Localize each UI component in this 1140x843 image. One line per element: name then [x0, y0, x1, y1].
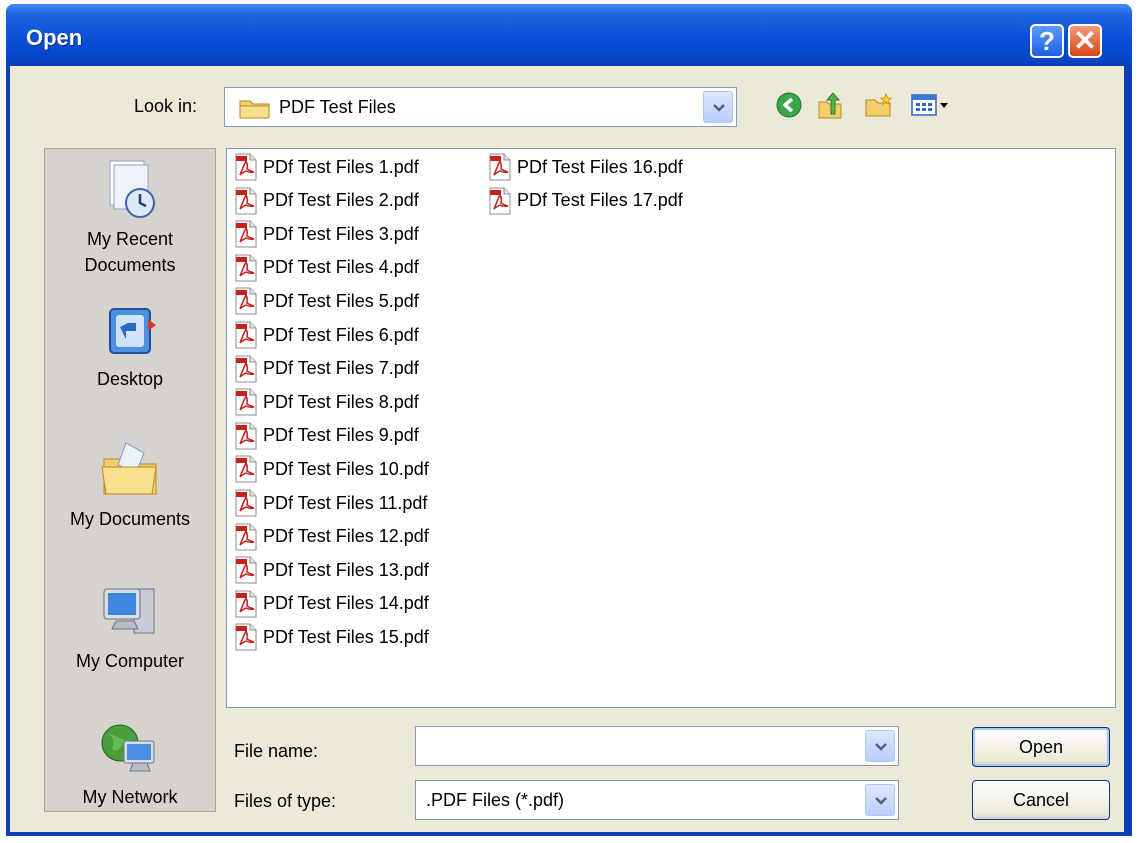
look-in-dropdown-button[interactable] — [703, 91, 733, 123]
help-button[interactable]: ? — [1030, 24, 1064, 58]
cancel-button[interactable]: Cancel — [972, 780, 1110, 820]
file-item[interactable]: PDf Test Files 13.pdf — [233, 554, 429, 586]
file-name-label: File name: — [234, 741, 319, 761]
pdf-file-icon — [235, 153, 257, 181]
dialog-title: Open — [26, 25, 83, 50]
file-name-text: PDf Test Files 14.pdf — [263, 593, 429, 614]
file-name-text: PDf Test Files 4.pdf — [263, 257, 419, 278]
file-item[interactable]: PDf Test Files 11.pdf — [233, 487, 427, 519]
file-item[interactable]: PDf Test Files 7.pdf — [233, 353, 419, 385]
file-item[interactable]: PDf Test Files 4.pdf — [233, 252, 419, 284]
pdf-file-icon — [235, 590, 257, 618]
place-label-desktop: Desktop — [96, 369, 164, 389]
files-of-type-dropdown-button[interactable] — [865, 784, 895, 816]
file-name-text: PDf Test Files 16.pdf — [517, 156, 683, 177]
file-name-text: PDf Test Files 12.pdf — [263, 526, 429, 547]
new-folder-icon[interactable] — [864, 92, 894, 118]
open-button[interactable]: Open — [972, 727, 1110, 767]
file-item[interactable]: PDf Test Files 14.pdf — [233, 588, 429, 620]
files-of-type-select[interactable]: .PDF Files (*.pdf) — [415, 780, 899, 820]
file-item[interactable]: PDf Test Files 8.pdf — [233, 386, 419, 418]
pdf-file-icon — [235, 220, 257, 248]
file-item[interactable]: PDf Test Files 12.pdf — [233, 521, 429, 553]
pdf-file-icon — [235, 355, 257, 383]
file-item[interactable]: PDf Test Files 5.pdf — [233, 285, 419, 317]
pdf-file-icon — [235, 321, 257, 349]
my-documents-icon — [101, 442, 157, 495]
file-name-text: PDf Test Files 11.pdf — [263, 492, 428, 513]
file-name-text: PDf Test Files 9.pdf — [263, 425, 419, 446]
my-computer-icon — [103, 588, 155, 634]
file-item[interactable]: PDf Test Files 3.pdf — [233, 218, 419, 250]
place-my-documents[interactable]: My Documents — [45, 437, 215, 532]
pdf-file-icon — [235, 455, 257, 483]
file-item[interactable]: PDf Test Files 9.pdf — [233, 420, 419, 452]
files-of-type-label: Files of type: — [234, 791, 337, 811]
back-icon[interactable] — [776, 92, 802, 118]
pdf-file-icon — [235, 623, 257, 651]
pdf-file-icon — [235, 422, 257, 450]
chevron-down-icon — [875, 797, 887, 805]
place-desktop[interactable]: Desktop — [45, 301, 215, 392]
file-item[interactable]: PDf Test Files 17.pdf — [487, 185, 683, 217]
desktop-icon — [109, 308, 156, 354]
pdf-file-icon — [489, 187, 511, 215]
place-label-my-computer: My Computer — [75, 651, 185, 671]
place-my-computer[interactable]: My Computer — [45, 579, 215, 674]
chevron-down-icon — [713, 104, 725, 112]
title-bar[interactable]: Open ? ✕ — [6, 4, 1132, 66]
file-item[interactable]: PDf Test Files 15.pdf — [233, 621, 429, 653]
look-in-dropdown[interactable]: PDF Test Files — [224, 87, 737, 127]
file-name-text: PDf Test Files 10.pdf — [263, 458, 429, 479]
file-name-text: PDf Test Files 8.pdf — [263, 391, 419, 412]
folder-icon — [239, 100, 270, 119]
file-item[interactable]: PDf Test Files 2.pdf — [233, 185, 419, 217]
pdf-file-icon — [235, 489, 257, 517]
file-item[interactable]: PDf Test Files 1.pdf — [233, 151, 419, 183]
file-name-dropdown-button[interactable] — [865, 730, 895, 762]
dialog-body: Look in: PDF Test Files My Recent Docume… — [10, 66, 1124, 832]
file-name-input[interactable] — [415, 726, 899, 766]
file-item[interactable]: PDf Test Files 16.pdf — [487, 151, 683, 183]
look-in-value: PDF Test Files — [279, 97, 396, 117]
view-menu-icon[interactable] — [910, 92, 954, 118]
my-network-icon — [101, 724, 155, 772]
place-my-network[interactable]: My Network — [45, 719, 215, 810]
file-name-text: PDf Test Files 13.pdf — [263, 559, 429, 580]
file-name-text: PDf Test Files 7.pdf — [263, 358, 419, 379]
file-name-text: PDf Test Files 6.pdf — [263, 324, 419, 345]
file-name-text: PDf Test Files 5.pdf — [263, 290, 419, 311]
file-name-text: PDf Test Files 15.pdf — [263, 626, 429, 647]
pdf-file-icon — [235, 187, 257, 215]
pdf-file-icon — [235, 287, 257, 315]
pdf-file-icon — [235, 556, 257, 584]
file-item[interactable]: PDf Test Files 6.pdf — [233, 319, 419, 351]
close-button[interactable]: ✕ — [1068, 24, 1102, 58]
file-name-text: PDf Test Files 17.pdf — [517, 190, 683, 211]
files-of-type-value: .PDF Files (*.pdf) — [426, 790, 565, 810]
file-name-text: PDf Test Files 2.pdf — [263, 190, 419, 211]
file-list[interactable]: PDf Test Files 1.pdf PDf Test Files 2.pdf… — [226, 148, 1116, 708]
place-recent-documents[interactable]: My Recent Documents — [45, 157, 215, 278]
recent-documents-icon — [109, 160, 155, 218]
file-name-text: PDf Test Files 3.pdf — [263, 223, 419, 244]
look-in-label: Look in: — [134, 96, 198, 116]
place-label-my-documents: My Documents — [69, 509, 191, 529]
file-item[interactable]: PDf Test Files 10.pdf — [233, 453, 429, 485]
file-name-text: PDf Test Files 1.pdf — [263, 156, 419, 177]
pdf-file-icon — [235, 388, 257, 416]
place-label-my-network: My Network — [82, 787, 178, 807]
open-dialog: Open ? ✕ Look in: PDF Test Files My Rece… — [6, 4, 1132, 836]
place-label-recent-documents: My Recent Documents — [84, 229, 176, 275]
up-folder-icon[interactable] — [816, 92, 844, 120]
places-bar: My Recent Documents Desktop My Documents — [44, 148, 216, 812]
pdf-file-icon — [235, 523, 257, 551]
pdf-file-icon — [489, 153, 511, 181]
pdf-file-icon — [235, 254, 257, 282]
chevron-down-icon — [875, 743, 887, 751]
